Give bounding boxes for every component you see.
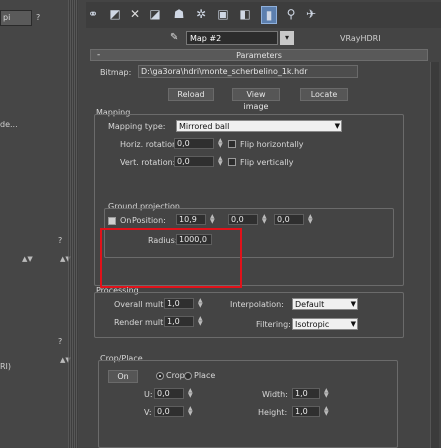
spinner-arrows-icon[interactable]: ▲▼ xyxy=(218,138,224,149)
map-dropdown-arrow-icon[interactable]: ▾ xyxy=(280,31,294,45)
left-field-text: pi xyxy=(3,13,11,22)
unique-icon[interactable]: ◪ xyxy=(148,6,162,22)
flip-horizontally-checkbox[interactable] xyxy=(228,140,236,148)
eye-icon[interactable]: ⚭ xyxy=(86,6,100,22)
chevron-down-icon: ▼ xyxy=(334,122,340,130)
panel-splitter[interactable] xyxy=(68,0,78,448)
bitmap-label: Bitmap: xyxy=(100,68,132,77)
crop-radio[interactable] xyxy=(156,372,164,380)
flip-vertically-checkbox[interactable] xyxy=(228,158,236,166)
help-mark: ? xyxy=(58,236,63,245)
height-field[interactable]: 1,0 xyxy=(292,406,320,417)
spinner-arrows-icon[interactable]: ▲▼ xyxy=(198,298,204,309)
checker-icon[interactable]: ▣ xyxy=(216,6,230,22)
filtering-label: Filtering: xyxy=(256,320,291,329)
u-label: U: xyxy=(144,390,153,399)
width-label: Width: xyxy=(262,390,288,399)
mapping-type-dropdown[interactable]: Mirrored ball ▼ xyxy=(176,120,342,132)
render-mult-label: Render mult: xyxy=(114,318,166,327)
position-x-field[interactable]: 10,9 xyxy=(176,214,206,225)
material-icon[interactable]: ◩ xyxy=(108,6,122,22)
horiz-rotation-label: Horiz. rotation: xyxy=(120,140,180,149)
interpolation-label: Interpolation: xyxy=(230,300,284,309)
on-label: On xyxy=(120,216,132,225)
overall-mult-field[interactable]: 1,0 xyxy=(164,298,194,309)
spinner-arrows-icon[interactable]: ▲▼ xyxy=(308,214,314,225)
map-icon[interactable]: ☗ xyxy=(172,6,186,22)
render-mult-field[interactable]: 1,0 xyxy=(164,316,194,327)
vertical-scrollbar[interactable] xyxy=(430,62,439,448)
height-label: Height: xyxy=(258,408,288,417)
interpolation-dropdown[interactable]: Default ▼ xyxy=(292,298,358,310)
highlight-icon[interactable]: ▮ xyxy=(261,6,277,24)
view-image-button[interactable]: View image xyxy=(232,88,280,111)
spinner-arrows-icon[interactable]: ▲▼ xyxy=(324,388,330,399)
settings-icon[interactable]: ✲ xyxy=(194,6,208,22)
mapping-type-value: Mirrored ball xyxy=(179,122,230,131)
flip-vertically-label: Flip vertically xyxy=(240,158,294,167)
chevron-down-icon: ▼ xyxy=(350,320,356,328)
spinner-arrows-icon[interactable]: ▲▼ xyxy=(262,214,268,225)
crop-label: Crop xyxy=(166,371,185,380)
vert-rotation-field[interactable]: 0,0 xyxy=(174,156,214,167)
spinner-arrows-icon[interactable]: ▲▼ xyxy=(188,388,194,399)
delete-icon[interactable]: ✕ xyxy=(128,6,142,22)
filtering-value: Isotropic xyxy=(295,320,330,329)
eyedropper-icon[interactable]: ✎ xyxy=(170,32,178,43)
parameters-rollout[interactable]: - Parameters xyxy=(90,49,428,61)
material-editor-toolbar: ⚭ ◩ ✕ ◪ ☗ ✲ ▣ ◧ ▮ ⚲ ✈ xyxy=(86,2,441,28)
horiz-rotation-field[interactable]: 0,0 xyxy=(174,138,214,149)
spinner-arrows-icon[interactable]: ▲▼ xyxy=(218,156,224,167)
filtering-dropdown[interactable]: Isotropic ▼ xyxy=(292,318,358,330)
flip-horizontally-label: Flip horizontally xyxy=(240,140,304,149)
help-mark: ? xyxy=(36,13,41,22)
crop-on-button[interactable]: On xyxy=(108,370,138,383)
map-type-button[interactable]: VRayHDRI xyxy=(340,34,381,43)
reload-button[interactable]: Reload xyxy=(168,88,214,101)
left-field[interactable]: pi xyxy=(0,10,32,26)
position-y-field[interactable]: 0,0 xyxy=(228,214,258,225)
position-z-field[interactable]: 0,0 xyxy=(274,214,304,225)
spinner-arrows-icon[interactable]: ▲▼ xyxy=(324,406,330,417)
map-name-field[interactable]: Map #2 xyxy=(186,31,278,45)
spinner-arrows-icon[interactable]: ▲▼ xyxy=(22,255,33,263)
mapping-type-label: Mapping type: xyxy=(108,122,166,131)
bitmap-path-button[interactable]: D:\ga3ora\hdri\monte_scherbelino_1k.hdr xyxy=(138,65,358,78)
rollout-title: Parameters xyxy=(236,51,282,60)
spinner-arrows-icon[interactable]: ▲▼ xyxy=(198,316,204,327)
position-label: Position: xyxy=(132,216,166,225)
chevron-down-icon: ▼ xyxy=(350,300,356,308)
place-radio[interactable] xyxy=(184,372,192,380)
overall-mult-label: Overall mult: xyxy=(114,300,167,309)
left-label: de... xyxy=(0,120,18,129)
interpolation-value: Default xyxy=(295,300,325,309)
u-field[interactable]: 0,0 xyxy=(154,388,184,399)
help-mark: ? xyxy=(58,337,63,346)
annotation-highlight-box xyxy=(100,228,242,288)
bar-icon[interactable]: ✈ xyxy=(304,6,318,22)
bg-icon[interactable]: ◧ xyxy=(238,6,252,22)
left-label: RI) xyxy=(0,362,12,371)
crop-place-group xyxy=(98,360,398,448)
spinner-arrows-icon[interactable]: ▲▼ xyxy=(210,214,216,225)
locate-button[interactable]: Locate xyxy=(300,88,348,101)
vert-rotation-label: Vert. rotation: xyxy=(120,158,176,167)
width-field[interactable]: 1,0 xyxy=(292,388,320,399)
v-label: V: xyxy=(144,408,152,417)
pick-icon[interactable]: ⚲ xyxy=(284,6,298,22)
v-field[interactable]: 0,0 xyxy=(154,406,184,417)
spinner-arrows-icon[interactable]: ▲▼ xyxy=(188,406,194,417)
place-label: Place xyxy=(194,371,216,380)
ground-projection-on-checkbox[interactable] xyxy=(108,217,116,225)
